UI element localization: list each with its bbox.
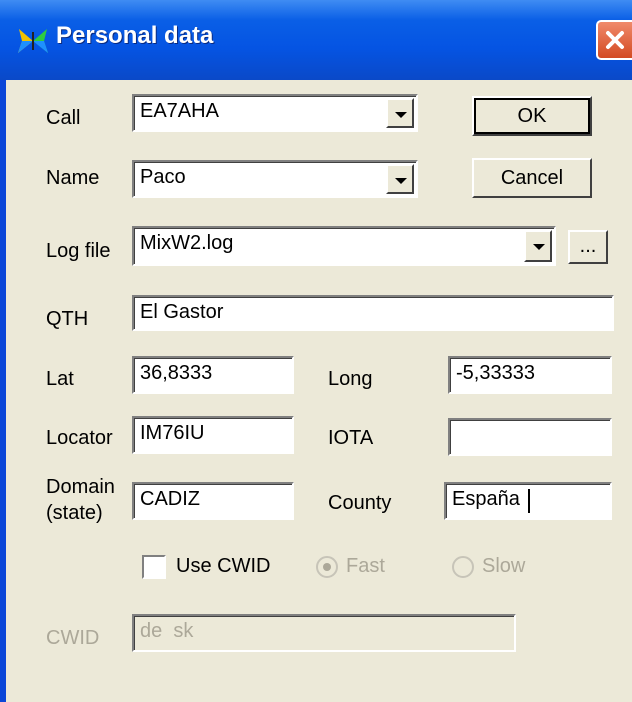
domain-label-line1: Domain [46,476,115,498]
chevron-down-icon [395,112,407,118]
name-value: Paco [140,166,186,188]
domain-label-line2: (state) [46,502,103,524]
call-value: EA7AHA [140,100,219,122]
name-dropdown-button[interactable] [386,164,414,194]
butterfly-icon [18,29,48,53]
name-label: Name [46,167,100,189]
cwid-input[interactable]: de sk [132,614,516,652]
browse-button[interactable]: ... [568,230,608,264]
lat-input[interactable]: 36,8333 [132,356,294,394]
window-title: Personal data [56,22,214,49]
iota-input[interactable] [448,418,612,456]
title-bar[interactable]: Personal data [0,0,632,80]
lat-value: 36,8333 [140,362,213,384]
log-file-value: MixW2.log [140,232,234,254]
log-file-dropdown-button[interactable] [524,230,552,262]
iota-label: IOTA [328,427,374,449]
lat-label: Lat [46,368,74,390]
domain-input[interactable]: CADIZ [132,482,294,520]
slow-label: Slow [482,555,526,577]
close-icon [606,31,624,49]
cwid-label: CWID [46,627,100,649]
long-input[interactable]: -5,33333 [448,356,612,394]
personal-data-dialog: Personal data Call EA7AHA OK Name Paco C… [0,0,632,702]
radio-selected-dot [323,563,331,571]
use-cwid-label: Use CWID [176,555,271,577]
name-combobox[interactable]: Paco [132,160,418,198]
long-label: Long [328,368,373,390]
chevron-down-icon [533,244,545,250]
cwid-value: de sk [140,620,194,642]
domain-label: Domain (state) [46,474,115,526]
log-file-combobox[interactable]: MixW2.log [132,226,556,266]
qth-input[interactable]: El Gastor [132,295,614,331]
locator-label: Locator [46,427,113,449]
cancel-button[interactable]: Cancel [472,158,592,198]
fast-radio[interactable] [316,556,338,578]
call-label: Call [46,107,81,129]
fast-label: Fast [346,555,385,577]
call-dropdown-button[interactable] [386,98,414,128]
domain-value: CADIZ [140,488,200,510]
long-value: -5,33333 [456,362,535,384]
county-input[interactable]: España [444,482,612,520]
text-caret [528,489,530,513]
use-cwid-checkbox[interactable] [142,555,166,579]
locator-input[interactable]: IM76IU [132,416,294,454]
chevron-down-icon [395,178,407,184]
slow-radio[interactable] [452,556,474,578]
county-value: España [452,488,520,510]
log-file-label: Log file [46,240,111,262]
ok-button[interactable]: OK [472,96,592,136]
qth-value: El Gastor [140,301,224,323]
locator-value: IM76IU [140,422,205,444]
call-combobox[interactable]: EA7AHA [132,94,418,132]
dialog-body: Call EA7AHA OK Name Paco Cancel Log file… [6,80,632,702]
county-label: County [328,492,392,514]
qth-label: QTH [46,308,89,330]
close-button[interactable] [596,20,632,60]
